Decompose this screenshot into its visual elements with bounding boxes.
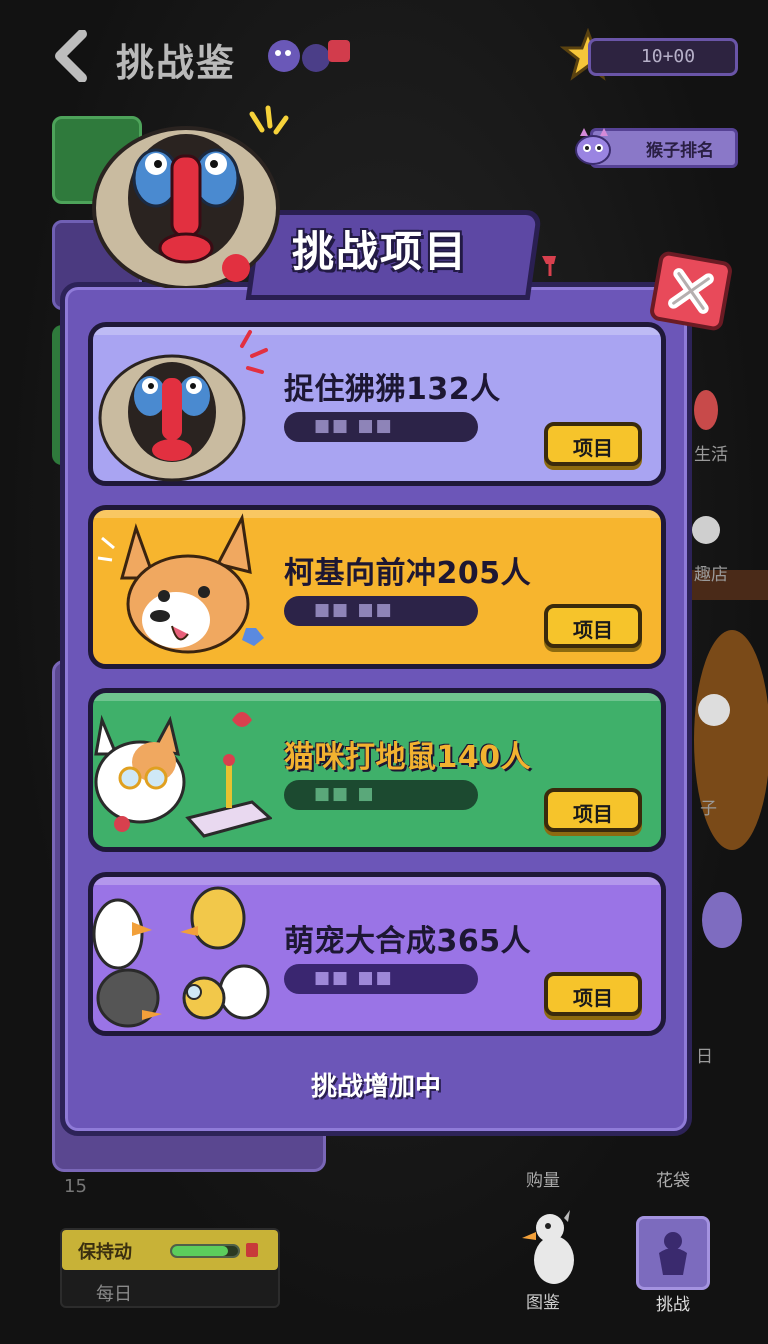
card-button-label: 项目	[573, 986, 613, 1010]
title-badge-icon	[268, 40, 350, 72]
card-progress-text: ■■ ■	[314, 784, 376, 804]
duck-group-icon	[92, 886, 270, 1028]
background-label: 生活	[694, 445, 728, 465]
card-button-label: 项目	[573, 618, 613, 642]
background-number: 15	[64, 1176, 87, 1197]
pin-icon	[542, 256, 556, 276]
exclamation-lines-icon	[249, 105, 289, 135]
card-title: 捉住狒狒132人	[284, 372, 501, 407]
background-label: 日	[696, 1047, 713, 1067]
card-progress-text: ■■ ■■	[314, 600, 394, 620]
card-progress-bar: ■■ ■■	[284, 964, 478, 994]
modal-title: 挑战项目	[291, 227, 468, 276]
card-button-label: 项目	[573, 802, 613, 826]
card-progress-text: ■■ ■■	[314, 416, 394, 436]
close-icon	[668, 268, 714, 314]
card-project-button[interactable]: 项目	[544, 788, 642, 832]
card-project-button[interactable]: 项目	[544, 604, 642, 648]
nav-tiaozhan-label[interactable]: 挑战	[656, 1290, 690, 1315]
nav-tujian-label[interactable]: 图鉴	[526, 1288, 560, 1313]
page-title: 挑战鉴	[116, 41, 237, 85]
card-title: 柯基向前冲205人	[284, 556, 532, 591]
rank-button-label: 猴子排名	[646, 141, 714, 161]
card-progress-text: ■■ ■■	[314, 968, 394, 988]
background-label: 子	[700, 799, 717, 819]
daily-progress-fill	[172, 1246, 228, 1256]
back-arrow-icon[interactable]	[52, 30, 96, 82]
mandrill-icon	[98, 330, 268, 482]
currency-amount: 10+00	[640, 46, 696, 67]
card-progress-bar: ■■ ■■	[284, 412, 478, 442]
corgi-icon	[97, 513, 264, 654]
card-progress-bar: ■■ ■	[284, 780, 478, 810]
nav-label[interactable]: 购量	[526, 1166, 560, 1191]
cat-joystick-icon	[94, 712, 272, 838]
background-label: 趣店	[694, 565, 728, 585]
card-title: 萌宠大合成365人	[284, 924, 532, 959]
nav-label[interactable]: 花袋	[656, 1166, 690, 1191]
battery-cap-icon	[246, 1243, 258, 1257]
daily-sub-label: 每日	[96, 1284, 132, 1305]
close-button[interactable]	[648, 250, 734, 332]
nav-challenge-button[interactable]	[636, 1216, 710, 1290]
card-project-button[interactable]: 项目	[544, 972, 642, 1016]
daily-label: 保持动	[78, 1242, 132, 1263]
background-scene-right	[692, 390, 768, 948]
goose-icon[interactable]	[510, 1204, 590, 1288]
card-project-button[interactable]: 项目	[544, 422, 642, 466]
card-title: 猫咪打地鼠140人	[284, 740, 532, 775]
card-button-label: 项目	[573, 436, 613, 460]
modal-footer-text: 挑战增加中	[310, 1072, 441, 1102]
card-progress-bar: ■■ ■■	[284, 596, 478, 626]
challenge-figure-icon	[659, 1232, 687, 1275]
monster-icon	[575, 128, 611, 165]
